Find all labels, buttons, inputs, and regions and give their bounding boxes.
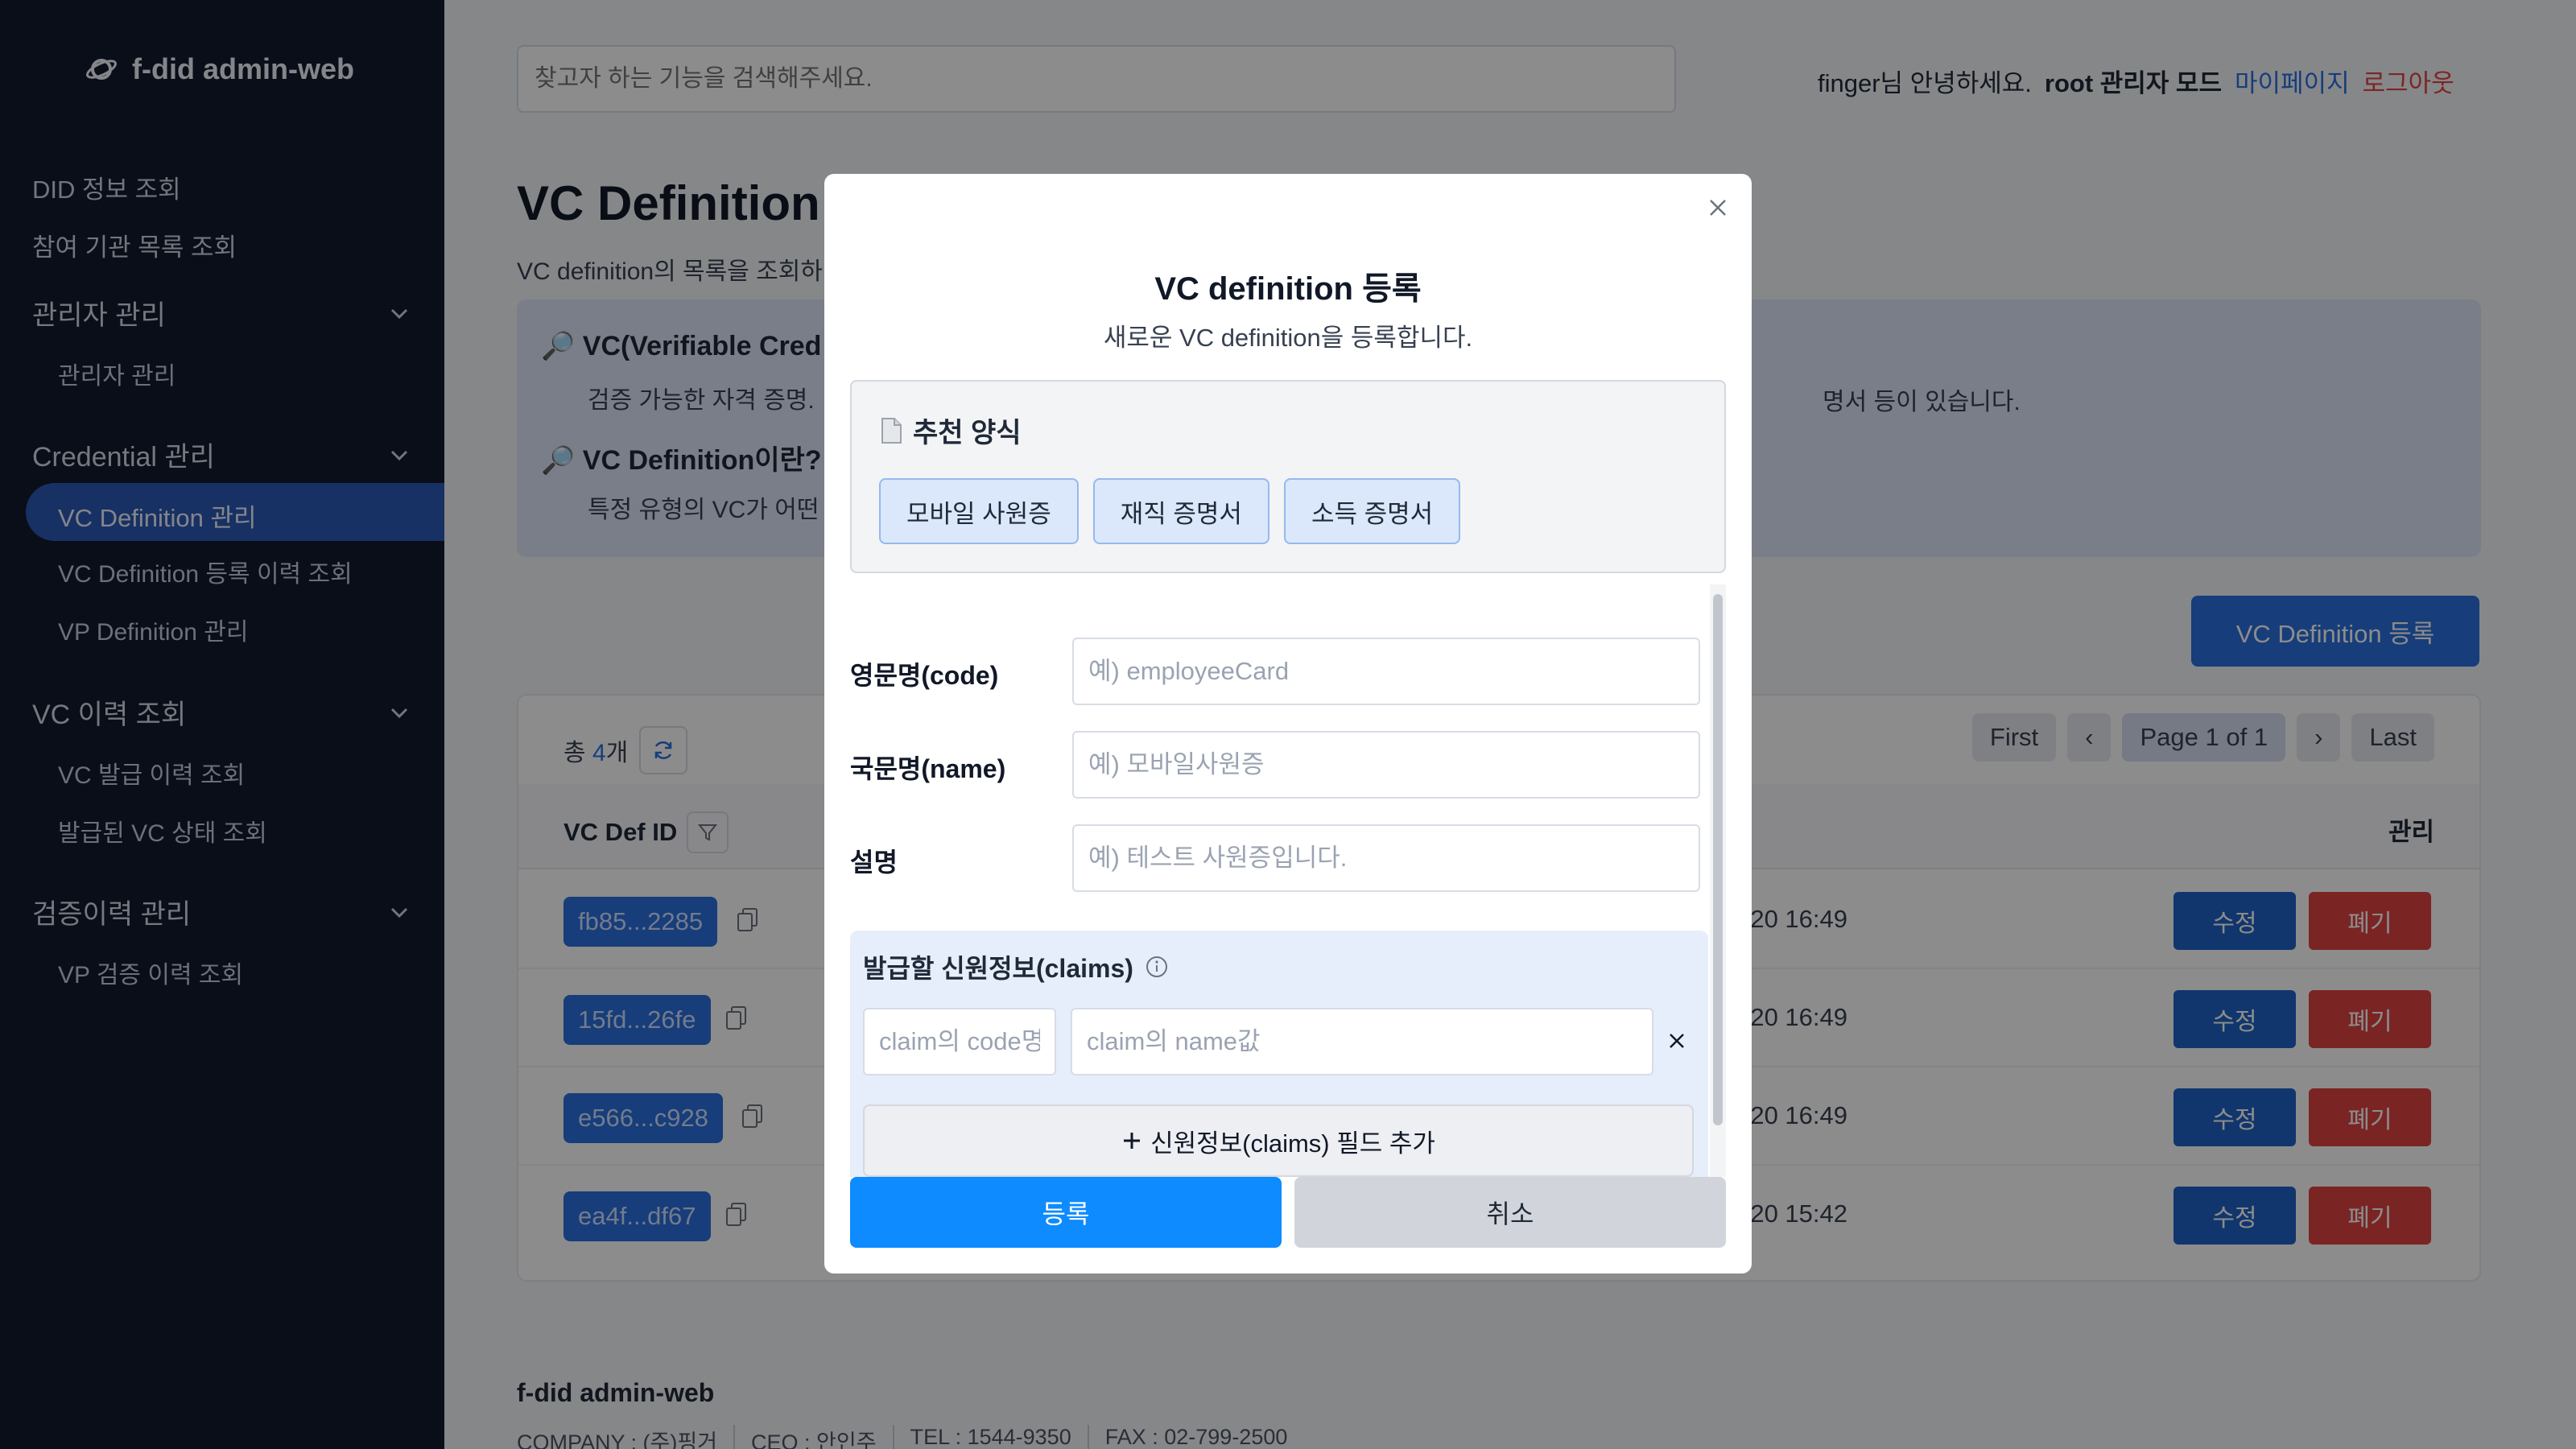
close-icon (1710, 200, 1726, 216)
name-input[interactable] (1072, 731, 1700, 799)
claims-section: 발급할 신원정보(claims) 신원정보(claims) 필드 추가 (850, 931, 1708, 1177)
scrollbar-thumb[interactable] (1713, 594, 1723, 1125)
recommended-title-text: 추천 양식 (913, 418, 1022, 448)
plus-icon (1124, 1133, 1141, 1149)
claim-name-input[interactable] (1071, 1008, 1653, 1075)
claims-title-text: 발급할 신원정보(claims) (863, 954, 1133, 983)
form-scroll-area[interactable]: 영문명(code) 국문명(name) 설명 발급할 신원정보(claims) … (850, 584, 1726, 1177)
info-icon[interactable] (1145, 955, 1169, 979)
scrollbar[interactable] (1710, 584, 1726, 1177)
claim-code-input[interactable] (863, 1008, 1056, 1075)
cancel-button[interactable]: 취소 (1294, 1177, 1726, 1248)
template-mobile-employee-card[interactable]: 모바일 사원증 (879, 478, 1079, 544)
name-label: 국문명(name) (850, 754, 1006, 783)
remove-claim-icon[interactable] (1665, 1029, 1689, 1053)
claims-title: 발급할 신원정보(claims) (863, 948, 1169, 985)
recommended-title: 추천 양식 (879, 411, 1022, 450)
code-input[interactable] (1072, 638, 1700, 705)
description-input[interactable] (1072, 824, 1700, 892)
template-employment-certificate[interactable]: 재직 증명서 (1092, 478, 1269, 544)
modal-title: VC definition 등록 (1154, 271, 1422, 307)
recommended-templates: 추천 양식 모바일 사원증 재직 증명서 소득 증명서 (850, 380, 1726, 573)
add-claim-button[interactable]: 신원정보(claims) 필드 추가 (863, 1104, 1694, 1177)
modal-subtitle: 새로운 VC definition을 등록합니다. (1103, 324, 1473, 352)
template-chips: 모바일 사원증 재직 증명서 소득 증명서 (879, 478, 1461, 544)
document-icon (881, 417, 902, 444)
vc-definition-register-modal: VC definition 등록 새로운 VC definition을 등록합니… (824, 174, 1752, 1274)
close-button[interactable] (1702, 192, 1734, 224)
description-label: 설명 (850, 848, 898, 877)
code-label: 영문명(code) (850, 661, 999, 690)
add-claim-label: 신원정보(claims) 필드 추가 (1150, 1129, 1435, 1158)
template-income-certificate[interactable]: 소득 증명서 (1283, 478, 1461, 544)
submit-button[interactable]: 등록 (850, 1177, 1282, 1248)
